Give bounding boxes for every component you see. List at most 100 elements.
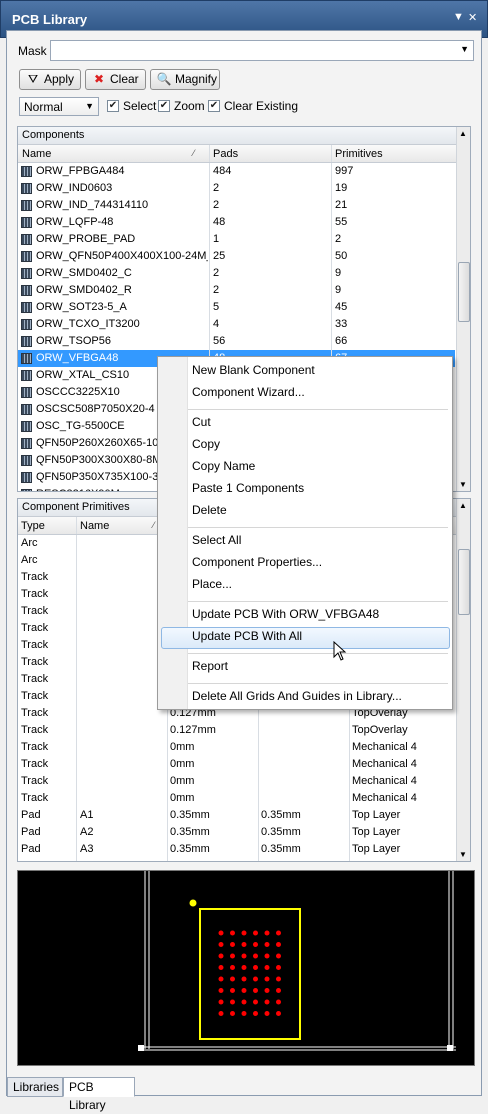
table-row[interactable]: ORW_FPBGA484 484 997 — [18, 163, 455, 180]
column-header-type[interactable]: Type — [21, 520, 45, 532]
column-header-pads[interactable]: Pads — [213, 148, 238, 160]
table-row[interactable]: PadA40.35mm0.35mmTop Layer — [18, 858, 455, 861]
primitive-cell: Track — [21, 724, 49, 736]
table-row[interactable]: Track 0.127mm TopOverlay — [18, 722, 455, 739]
primitive-cell: TopOverlay — [352, 724, 408, 736]
table-row[interactable]: ORW_IND0603 2 19 — [18, 180, 455, 197]
table-row[interactable]: ORW_SMD0402_R 2 9 — [18, 282, 455, 299]
menu-item-report[interactable]: Report — [192, 659, 228, 673]
primitive-cell: A4 — [80, 858, 168, 861]
table-row[interactable]: ORW_PROBE_PAD 1 2 — [18, 231, 455, 248]
table-row[interactable]: Pad A2 0.35mm 0.35mm Top Layer — [18, 824, 455, 841]
select-checkbox[interactable]: ✔ — [107, 100, 119, 112]
bga-pad — [264, 976, 270, 982]
mask-input[interactable]: ▼ — [50, 40, 474, 61]
menu-item-place[interactable]: Place... — [192, 577, 232, 591]
component-pads: 4 — [213, 318, 220, 330]
bga-pad — [264, 1011, 270, 1016]
table-row[interactable]: ORW_SOT23-5_A 5 45 — [18, 299, 455, 316]
table-row[interactable]: Track 0mm Mechanical 4 — [18, 790, 455, 807]
component-preview[interactable] — [17, 870, 475, 1066]
scroll-up-icon[interactable]: ▲ — [459, 129, 467, 138]
primitive-cell: Track — [21, 673, 49, 685]
bga-pad — [264, 999, 270, 1005]
table-row[interactable]: ORW_LQFP-48 48 55 — [18, 214, 455, 231]
primitive-cell: 0.35mm — [170, 826, 210, 838]
clear-existing-checkbox[interactable]: ✔ — [208, 100, 220, 112]
primitives-scrollbar[interactable]: ▲ ▼ — [456, 499, 470, 861]
bga-pad — [253, 1011, 258, 1016]
bga-pad — [218, 1011, 224, 1016]
bga-pad — [218, 930, 224, 936]
panel-menu-button[interactable]: ▼ — [453, 11, 464, 23]
component-icon — [21, 285, 32, 296]
clear-button[interactable]: ✖ Clear — [85, 69, 146, 90]
table-row[interactable]: Track 0mm Mechanical 4 — [18, 739, 455, 756]
component-outline — [199, 908, 301, 1040]
preview-canvas — [138, 871, 456, 1051]
table-row[interactable]: Pad A1 0.35mm 0.35mm Top Layer — [18, 807, 455, 824]
primitives-scroll-thumb[interactable] — [458, 549, 470, 615]
primitive-cell: Mechanical 4 — [352, 775, 417, 787]
components-scroll-thumb[interactable] — [458, 262, 470, 322]
primitive-cell: 0.35mm — [261, 826, 301, 838]
table-row[interactable]: ORW_QFN50P400X400X100-24M_V 25 50 — [18, 248, 455, 265]
column-header-name[interactable]: Name — [22, 148, 51, 160]
menu-item-copy-name[interactable]: Copy Name — [192, 459, 255, 473]
primitive-cell: Track — [21, 741, 49, 753]
bga-pad — [253, 965, 258, 970]
menu-item-update-pcb-with-all[interactable]: Update PCB With All — [192, 629, 302, 643]
primitive-cell: Arc — [21, 537, 38, 549]
menu-item-update-pcb-with-orw-vfbga48[interactable]: Update PCB With ORW_VFBGA48 — [192, 607, 379, 621]
table-row[interactable]: ORW_SMD0402_C 2 9 — [18, 265, 455, 282]
table-row[interactable]: Pad A3 0.35mm 0.35mm Top Layer — [18, 841, 455, 858]
zoom-checkbox[interactable]: ✔ — [158, 100, 170, 112]
scroll-down-icon[interactable]: ▼ — [459, 480, 467, 489]
panel-close-button[interactable]: ✕ — [468, 11, 477, 24]
components-scrollbar[interactable]: ▲ ▼ — [456, 127, 470, 491]
menu-item-copy[interactable]: Copy — [192, 437, 220, 451]
bga-pad — [230, 942, 235, 947]
column-header-primitives[interactable]: Primitives — [335, 148, 383, 160]
menu-item-delete-all-grids-and-guides-in-library[interactable]: Delete All Grids And Guides in Library..… — [192, 689, 402, 703]
menu-item-component-wizard[interactable]: Component Wizard... — [192, 385, 305, 399]
apply-button[interactable]: ⛛ Apply — [19, 69, 81, 90]
primitive-cell: 0.35mm — [170, 809, 210, 821]
bga-pad — [276, 930, 281, 936]
magnify-button[interactable]: 🔍 Magnify — [150, 69, 220, 90]
menu-item-select-all[interactable]: Select All — [192, 533, 241, 547]
table-row[interactable]: Track 0mm Mechanical 4 — [18, 773, 455, 790]
component-name: ORW_IND0603 — [36, 182, 113, 194]
scroll-up-icon[interactable]: ▲ — [459, 501, 467, 510]
scroll-down-icon[interactable]: ▼ — [459, 850, 467, 859]
primitive-cell: 0.35mm — [261, 809, 301, 821]
component-icon — [21, 404, 32, 415]
menu-item-delete[interactable]: Delete — [192, 503, 227, 517]
sort-indicator-icon: ⁄ — [153, 520, 155, 530]
magnify-icon: 🔍 — [156, 72, 172, 86]
primitive-cell: Track — [21, 588, 49, 600]
menu-item-cut[interactable]: Cut — [192, 415, 211, 429]
mask-dropdown-icon[interactable]: ▼ — [460, 44, 469, 54]
mode-select[interactable]: Normal ▼ — [19, 97, 99, 116]
menu-item-paste-1-components[interactable]: Paste 1 Components — [192, 481, 304, 495]
component-pads: 48 — [213, 216, 226, 228]
table-row[interactable]: ORW_IND_744314110 2 21 — [18, 197, 455, 214]
menu-item-new-blank-component[interactable]: New Blank Component — [192, 363, 315, 377]
sort-indicator-icon: ⁄ — [193, 148, 195, 158]
preview-corner-handle — [138, 1045, 144, 1051]
mouse-cursor-icon — [333, 641, 347, 661]
zoom-label: Zoom — [174, 99, 205, 113]
table-row[interactable]: ORW_TSOP56 56 66 — [18, 333, 455, 350]
tab-pcb-library[interactable]: PCB Library — [63, 1077, 135, 1112]
primitive-cell: 0mm — [170, 775, 195, 787]
column-header-primitive-name[interactable]: Name — [80, 520, 109, 532]
menu-item-component-properties[interactable]: Component Properties... — [192, 555, 322, 569]
menu-separator — [188, 601, 448, 602]
tab-libraries[interactable]: Libraries — [7, 1077, 63, 1097]
component-icon — [21, 183, 32, 194]
bga-pad — [218, 953, 224, 959]
bga-pad — [218, 988, 224, 993]
table-row[interactable]: ORW_TCXO_IT3200 4 33 — [18, 316, 455, 333]
table-row[interactable]: Track 0mm Mechanical 4 — [18, 756, 455, 773]
